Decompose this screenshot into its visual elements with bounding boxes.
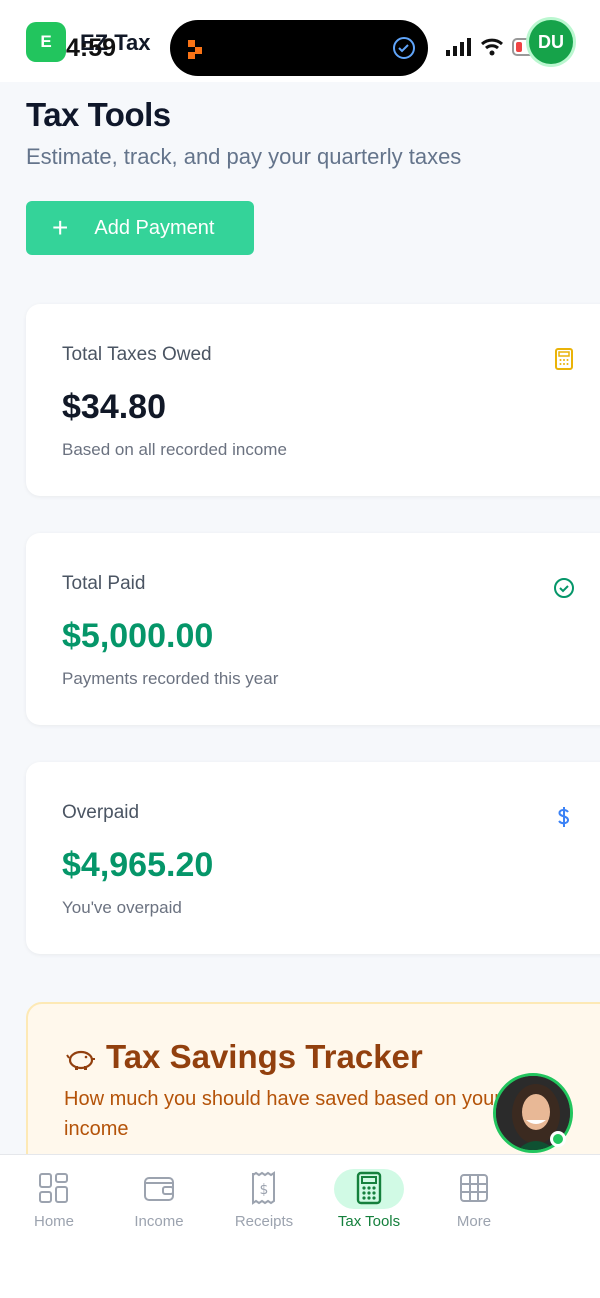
tracker-subtitle: How much you should have saved based on … <box>64 1088 501 1140</box>
calculator-icon <box>555 348 573 370</box>
check-circle-icon <box>554 578 574 598</box>
page-title: Tax Tools <box>26 96 171 133</box>
wallet-icon <box>144 1177 174 1201</box>
total-paid-card: Total Paid $5,000.00 Payments recorded t… <box>26 533 600 725</box>
nav-item-income[interactable]: Income <box>114 1167 204 1230</box>
nav-item-more[interactable]: More <box>429 1167 519 1230</box>
page-subtitle: Estimate, track, and pay your quarterly … <box>26 144 462 169</box>
card-note: You've overpaid <box>62 898 182 917</box>
plus-icon: + <box>52 212 69 243</box>
app-logo: E <box>26 22 66 62</box>
online-status-dot <box>550 1131 566 1147</box>
nav-item-tax-tools[interactable]: Tax Tools <box>324 1167 414 1230</box>
bottom-nav: Home Income $ Receipts Tax Tools More <box>0 1154 600 1298</box>
nav-label: More <box>456 1213 492 1230</box>
check-circle-icon <box>393 37 415 59</box>
receipt-icon: $ <box>252 1171 275 1205</box>
user-avatar[interactable]: DU <box>529 20 573 64</box>
dollar-icon <box>558 807 570 827</box>
piggy-bank-icon <box>66 1050 95 1070</box>
svg-text:$: $ <box>260 1182 269 1198</box>
tracker-title: Tax Savings Tracker <box>106 1038 423 1075</box>
nav-label: Tax Tools <box>337 1213 401 1230</box>
card-amount: $4,965.20 <box>62 846 214 884</box>
dynamic-island <box>170 20 428 76</box>
card-label: Total Paid <box>62 573 146 594</box>
card-amount: $34.80 <box>62 388 166 426</box>
nav-label: Home <box>33 1213 74 1230</box>
calculator-icon <box>356 1171 382 1205</box>
table-icon <box>460 1174 488 1202</box>
card-label: Total Taxes Owed <box>62 344 212 365</box>
status-time: 4:59 <box>66 34 117 62</box>
grid-icon <box>39 1173 68 1203</box>
nav-item-home[interactable]: Home <box>9 1167 99 1230</box>
recording-app-icon <box>188 40 202 59</box>
signal-icon <box>446 38 471 56</box>
nav-item-receipts[interactable]: $ Receipts <box>219 1167 309 1230</box>
nav-label: Income <box>134 1213 184 1230</box>
add-payment-button[interactable]: + Add Payment <box>26 201 254 255</box>
nav-label: Receipts <box>234 1213 294 1230</box>
card-amount: $5,000.00 <box>62 617 214 655</box>
total-taxes-owed-card: Total Taxes Owed $34.80 Based on all rec… <box>26 304 600 496</box>
add-payment-label: Add Payment <box>94 216 215 239</box>
overpaid-card: Overpaid $4,965.20 You've overpaid <box>26 762 600 954</box>
card-label: Overpaid <box>62 802 140 823</box>
card-note: Payments recorded this year <box>62 669 279 688</box>
wifi-icon <box>481 38 503 56</box>
card-note: Based on all recorded income <box>62 440 287 459</box>
